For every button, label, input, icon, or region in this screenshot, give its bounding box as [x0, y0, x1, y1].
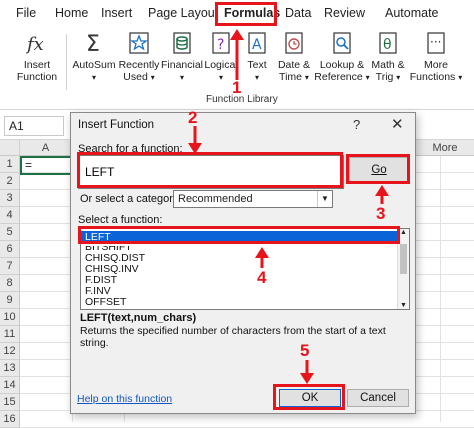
scroll-up-icon[interactable]: ▲ — [400, 229, 407, 236]
row-header[interactable]: 4 — [0, 207, 20, 224]
date-time-button[interactable]: Date & Time ▾ — [274, 30, 314, 84]
step-number-3: 3 — [376, 204, 386, 223]
lookup-reference-label-2: Reference — [314, 71, 363, 83]
database-icon — [160, 30, 204, 56]
function-description: Returns the specified number of characte… — [80, 325, 386, 349]
math-trig-label: Math & — [371, 59, 405, 71]
search-input-highlight — [77, 152, 343, 188]
question-icon: ? — [204, 30, 238, 56]
row-header[interactable]: 1 — [0, 156, 20, 173]
calendar-icon — [274, 30, 314, 56]
scrollbar-thumb[interactable] — [400, 244, 407, 274]
date-time-label-2: Time — [279, 71, 302, 83]
text-label: Text — [247, 59, 267, 71]
row-header[interactable]: 10 — [0, 309, 20, 326]
recently-used-label-2: Used — [123, 71, 148, 83]
row-header[interactable]: 2 — [0, 173, 20, 190]
financial-label: Financial — [160, 59, 204, 71]
autosum-button[interactable]: Σ AutoSum ▾ — [70, 30, 118, 84]
row-header[interactable]: 7 — [0, 258, 20, 275]
math-trig-button[interactable]: θ Math & Trig ▾ — [370, 30, 406, 84]
step-number-1: 1 — [232, 78, 242, 97]
row-header[interactable]: 5 — [0, 224, 20, 241]
row-header[interactable]: 9 — [0, 292, 20, 309]
help-icon[interactable]: ? — [353, 117, 360, 132]
date-time-label: Date & — [277, 59, 311, 71]
math-trig-label-2: Trig — [375, 71, 394, 83]
dialog-title: Insert Function — [78, 119, 155, 131]
tab-file[interactable]: File — [16, 6, 36, 20]
select-function-label: Select a function: — [78, 214, 163, 226]
svg-text:θ: θ — [383, 37, 392, 53]
left-item-highlight — [78, 226, 400, 244]
chevron-down-icon: ▼ — [317, 191, 332, 207]
financial-button[interactable]: Financial ▾ — [160, 30, 204, 84]
cell-a1[interactable]: = — [20, 156, 72, 175]
row-header[interactable]: 15 — [0, 394, 20, 411]
category-label: Or select a category: — [80, 193, 182, 205]
row-header[interactable]: 3 — [0, 190, 20, 207]
tab-automate[interactable]: Automate — [385, 6, 439, 20]
column-header-more[interactable]: More — [416, 140, 474, 156]
row-header[interactable]: 13 — [0, 360, 20, 377]
lookup-reference-label: Lookup & — [319, 59, 365, 71]
category-select[interactable]: Recommended ▼ — [173, 190, 333, 208]
function-library-group-label: Function Library — [206, 94, 278, 105]
go-button-highlight — [346, 154, 410, 184]
row-header[interactable]: 16 — [0, 411, 20, 428]
ok-button-highlight — [273, 384, 345, 410]
select-all-corner[interactable] — [0, 140, 20, 156]
fx-icon: fx — [14, 30, 60, 56]
text-button[interactable]: A Text ▾ — [240, 30, 274, 84]
insert-function-label: Insert — [23, 59, 51, 71]
star-icon — [118, 30, 160, 56]
magnifier-icon — [314, 30, 370, 56]
svg-text:?: ? — [217, 37, 224, 53]
row-header[interactable]: 11 — [0, 326, 20, 343]
row-header[interactable]: 14 — [0, 377, 20, 394]
tab-insert[interactable]: Insert — [101, 6, 132, 20]
tab-review[interactable]: Review — [324, 6, 365, 20]
insert-function-button[interactable]: fx Insert Function — [14, 30, 60, 83]
tab-page-layout[interactable]: Page Layout — [148, 6, 218, 20]
more-functions-label-2: Functions — [409, 71, 456, 83]
step-number-2: 2 — [188, 108, 198, 127]
svg-text:Σ: Σ — [86, 32, 100, 56]
tab-data[interactable]: Data — [285, 6, 311, 20]
recently-used-button[interactable]: Recently Used ▾ — [118, 30, 160, 84]
help-on-function-link[interactable]: Help on this function — [77, 393, 172, 405]
theta-icon: θ — [370, 30, 406, 56]
lookup-reference-button[interactable]: Lookup & Reference ▾ — [314, 30, 370, 84]
ribbon-separator — [66, 34, 67, 90]
function-list-item[interactable]: OFFSET — [85, 296, 126, 308]
scroll-down-icon[interactable]: ▼ — [400, 302, 407, 309]
step-number-4: 4 — [257, 268, 267, 287]
column-header-a[interactable]: A — [20, 140, 72, 156]
step-number-5: 5 — [300, 341, 310, 360]
tab-home[interactable]: Home — [55, 6, 88, 20]
logical-button[interactable]: ? Logical ▾ — [204, 30, 238, 84]
formulas-tab-highlight — [215, 2, 277, 26]
more-functions-icon: ··· — [408, 30, 464, 56]
logical-label: Logical — [204, 59, 238, 71]
row-header[interactable]: 8 — [0, 275, 20, 292]
function-syntax: LEFT(text,num_chars) — [80, 312, 197, 324]
svg-text:fx: fx — [25, 34, 44, 55]
more-functions-label: More — [424, 59, 448, 71]
gridline — [440, 156, 441, 422]
sigma-icon: Σ — [70, 30, 118, 57]
row-header[interactable]: 6 — [0, 241, 20, 258]
text-a-icon: A — [240, 30, 274, 56]
name-box[interactable]: A1 — [4, 116, 64, 136]
insert-function-label-2: Function — [16, 71, 58, 83]
svg-text:A: A — [252, 37, 262, 53]
svg-text:···: ··· — [430, 35, 441, 49]
more-functions-button[interactable]: ··· More Functions ▾ — [408, 30, 464, 84]
cancel-button[interactable]: Cancel — [347, 389, 409, 407]
autosum-label: AutoSum — [72, 59, 116, 71]
row-header[interactable]: 12 — [0, 343, 20, 360]
close-icon[interactable]: ✕ — [391, 115, 404, 133]
category-select-value: Recommended — [178, 193, 253, 205]
recently-used-label: Recently — [118, 59, 160, 71]
